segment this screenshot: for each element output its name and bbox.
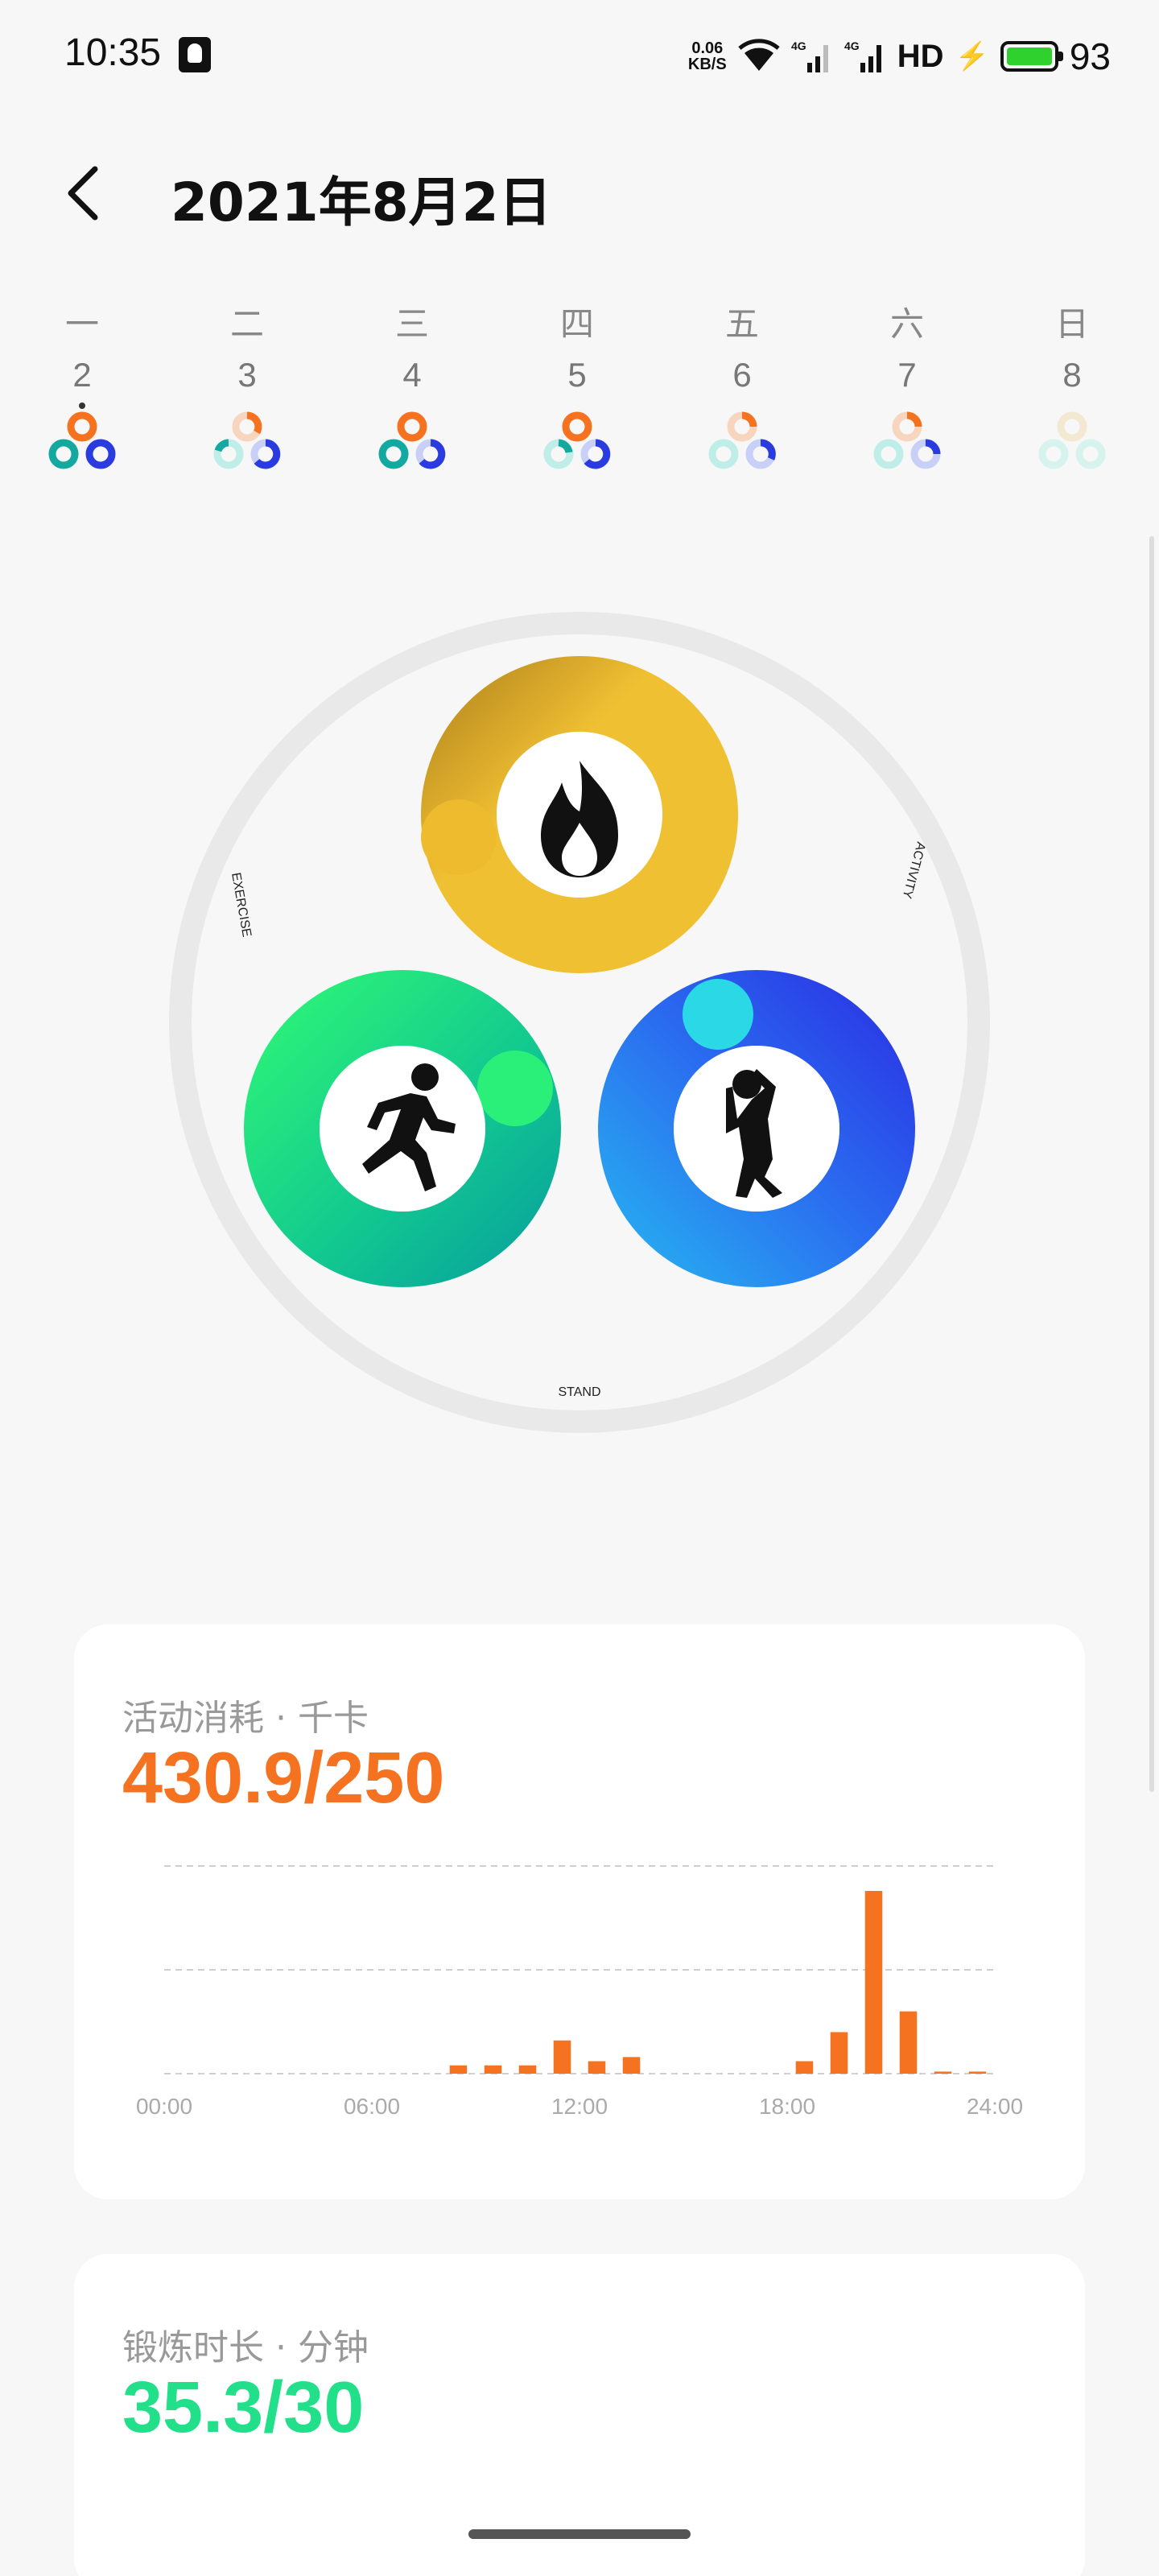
hd-voice-indicator: HD [897, 38, 944, 74]
network-type-2: 4G [844, 39, 860, 52]
weekday-label: 四 [559, 304, 594, 344]
chart-bar-19 [830, 2032, 848, 2074]
mini-rings-icon [48, 402, 116, 469]
stand-ring[interactable] [598, 970, 915, 1287]
mini-rings-icon [543, 411, 611, 469]
date-label: 3 [237, 356, 257, 394]
status-bar: 10:35 0.06 KB/S 4G 4G HD ⚡ 93 [0, 0, 1159, 113]
status-time: 10:35 [64, 31, 162, 74]
day-item-2[interactable]: 一 2 [38, 298, 126, 475]
chart-bar-18 [795, 2061, 814, 2074]
chart-x-tick: 12:00 [551, 2094, 608, 2119]
mini-rings-icon [213, 411, 281, 469]
date-label: 2 [72, 356, 92, 394]
weekday-label: 日 [1054, 304, 1089, 344]
chart-bar-20 [864, 1890, 883, 2074]
back-arrow-icon[interactable] [60, 161, 108, 225]
chart-bar-23 [968, 2071, 987, 2074]
day-item-3[interactable]: 二 3 [203, 298, 291, 475]
chart-x-tick: 00:00 [136, 2094, 192, 2119]
mini-rings-icon [1038, 411, 1106, 469]
chart-bar-12 [588, 2061, 606, 2074]
weekday-label: 三 [394, 304, 429, 344]
day-item-4[interactable]: 三 4 [368, 298, 456, 475]
calories-card[interactable]: 活动消耗 · 千卡 430.9/250 00:00 06:00 12:00 18:00… [74, 1624, 1085, 2199]
day-item-8[interactable]: 日 8 [1028, 298, 1116, 475]
exercise-value: 35.3/30 [122, 2368, 365, 2448]
mini-rings-icon [708, 411, 776, 469]
chart-bar-21 [899, 2011, 918, 2074]
battery-icon [1000, 41, 1063, 72]
charging-icon: ⚡ [955, 41, 989, 72]
chart-bar-08 [449, 2065, 468, 2074]
cellular-signal-2-icon: 4G [844, 39, 881, 72]
weekday-label: 六 [889, 304, 924, 344]
exercise-label: EXERCISE [229, 872, 254, 939]
network-type-1: 4G [791, 39, 806, 52]
calories-ring[interactable] [421, 656, 738, 973]
day-item-6[interactable]: 五 6 [698, 298, 786, 475]
date-label: 6 [732, 356, 752, 394]
mini-rings-icon [378, 411, 446, 469]
scrollbar[interactable] [1149, 536, 1154, 1792]
chart-x-tick: 06:00 [344, 2094, 400, 2119]
date-label: 4 [402, 356, 422, 394]
cellular-signal-1-icon: 4G [791, 39, 828, 72]
date-label: 8 [1062, 356, 1082, 394]
home-indicator[interactable] [468, 2529, 691, 2539]
page-title: 2021年8月2日 [171, 171, 552, 233]
chart-bar-09 [484, 2065, 502, 2074]
calories-label: 活动消耗 · 千卡 [122, 1698, 369, 1739]
wifi-icon [738, 39, 780, 71]
network-speed: 0.06 KB/S [687, 39, 727, 73]
chart-x-tick: 24:00 [967, 2094, 1023, 2119]
exercise-card[interactable]: 锻炼时长 · 分钟 35.3/30 [74, 2254, 1085, 2576]
calories-value: 430.9/250 [122, 1738, 445, 1818]
mini-rings-icon [873, 411, 941, 469]
chart-bar-13 [622, 2057, 641, 2074]
activity-label: ACTIVITY [899, 840, 927, 900]
date-label: 7 [897, 356, 917, 394]
weekday-label: 一 [64, 304, 99, 344]
day-item-7[interactable]: 六 7 [863, 298, 951, 475]
exercise-ring[interactable] [244, 970, 561, 1287]
calories-hourly-chart: 00:00 06:00 12:00 18:00 24:00 [136, 1865, 1023, 2119]
stand-label: STAND [558, 1385, 600, 1399]
day-item-5[interactable]: 四 5 [533, 298, 621, 475]
status-indicators: 0.06 KB/S 4G 4G HD ⚡ 93 [688, 32, 1111, 80]
date-label: 5 [567, 356, 587, 394]
battery-level: 93 [1069, 35, 1111, 77]
weekday-label: 五 [724, 304, 759, 344]
exercise-label: 锻炼时长 · 分钟 [122, 2327, 369, 2368]
chart-bar-22 [934, 2071, 952, 2074]
chart-bar-11 [553, 2040, 571, 2074]
weekday-label: 二 [229, 304, 264, 344]
qq-notification-icon [179, 37, 211, 72]
activity-rings: STAND EXERCISE ACTIVITY [169, 612, 990, 1433]
chart-bar-10 [518, 2065, 537, 2074]
chart-x-tick: 18:00 [759, 2094, 815, 2119]
week-selector: 一 2 二 3 三 4 四 5 五 6 六 7 日 8 [0, 298, 1159, 499]
